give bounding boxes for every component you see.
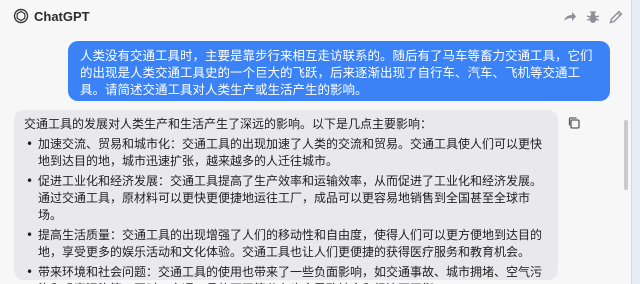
bug-icon[interactable]: [585, 9, 601, 25]
app-title: ChatGPT: [34, 9, 90, 24]
assistant-points-list: • 加速交流、贸易和城市化：交通工具的出现加速了人类的交流和贸易。交通工具使人们可…: [24, 136, 548, 284]
bullet-icon: •: [26, 137, 34, 151]
title-bar: ChatGPT: [0, 0, 632, 34]
list-item: • 促进工业化和经济发展：交通工具提高了生产效率和运输效率，从而促进了工业化和经济…: [24, 173, 548, 224]
openai-logo-icon: [13, 8, 29, 24]
bullet-icon: •: [26, 265, 34, 279]
new-chat-icon[interactable]: [608, 9, 624, 25]
user-message-text: 人类没有交通工具时，主要是靠步行来相互走访联系的。随后有了马车等畜力交通工具，它…: [80, 48, 593, 97]
copy-icon[interactable]: [567, 116, 581, 130]
assistant-intro: 交通工具的发展对人类生产和生活产生了深远的影响。以下是几点主要影响：: [24, 117, 433, 131]
list-item: • 加速交流、贸易和城市化：交通工具的出现加速了人类的交流和贸易。交通工具使人们可…: [24, 136, 548, 170]
list-item-text: 促进工业化和经济发展：交通工具提高了生产效率和运输效率，从而促进了工业化和经济发…: [38, 174, 543, 222]
chat-window: ChatGPT 人类没有交通工具时，主要是靠步行来相互走访联系的。随后有了马车等…: [0, 0, 632, 284]
list-item-text: 提高生活质量：交通工具的出现增强了人们的移动性和自由度，使得人们可以更方便地到达…: [38, 228, 543, 259]
list-item-text: 带来环境和社会问题：交通工具的使用也带来了一些负面影响，如交通事故、城市拥堵、空…: [38, 265, 543, 284]
list-item: • 提高生活质量：交通工具的出现增强了人们的移动性和自由度，使得人们可以更方便地到…: [24, 227, 548, 261]
bullet-icon: •: [26, 228, 34, 242]
scrollbar[interactable]: [624, 120, 628, 190]
assistant-message: 交通工具的发展对人类生产和生活产生了深远的影响。以下是几点主要影响： • 加速交流…: [14, 110, 558, 284]
bullet-icon: •: [26, 174, 34, 188]
share-icon[interactable]: [561, 9, 577, 25]
list-item: • 带来环境和社会问题：交通工具的使用也带来了一些负面影响，如交通事故、城市拥堵、…: [24, 264, 548, 284]
user-message: 人类没有交通工具时，主要是靠步行来相互走访联系的。随后有了马车等畜力交通工具，它…: [68, 41, 610, 101]
list-item-text: 加速交流、贸易和城市化：交通工具的出现加速了人类的交流和贸易。交通工具使人们可以…: [38, 137, 543, 168]
